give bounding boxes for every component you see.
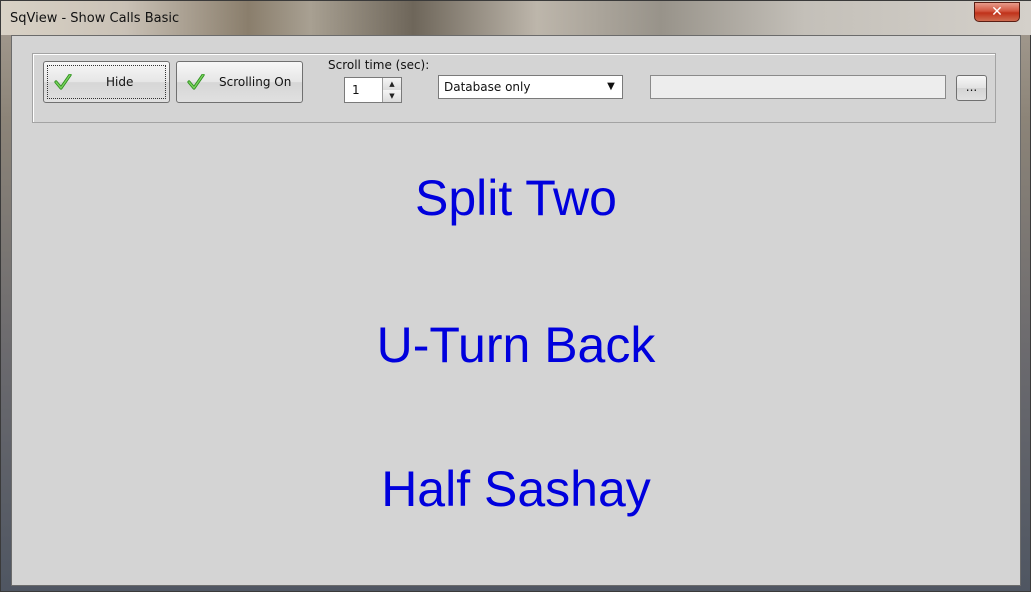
scrolling-button-label: Scrolling On — [219, 75, 292, 89]
call-text-2: U-Turn Back — [376, 317, 656, 373]
scrolling-button[interactable]: Scrolling On — [176, 61, 303, 103]
call-text-1: Split Two — [415, 170, 617, 226]
scroll-time-label: Scroll time (sec): — [328, 58, 430, 72]
check-icon — [54, 74, 72, 90]
hide-button[interactable]: Hide — [43, 61, 170, 103]
scroll-time-value[interactable]: 1 — [352, 83, 360, 97]
source-select-value: Database only — [444, 80, 531, 94]
call-text-3: Half Sashay — [381, 461, 651, 517]
source-select[interactable]: Database only ▼ — [438, 75, 623, 99]
check-icon — [187, 74, 205, 90]
app-window: SqView - Show Calls Basic ✕ Hide Scrolli… — [0, 0, 1031, 592]
path-field[interactable] — [650, 75, 946, 99]
toolbar: Hide Scrolling On Scroll time (sec): 1 ▲… — [32, 53, 996, 123]
hide-button-label: Hide — [106, 75, 134, 89]
browse-button[interactable]: ... — [956, 75, 987, 101]
client-area: Hide Scrolling On Scroll time (sec): 1 ▲… — [11, 35, 1021, 586]
title-bar[interactable]: SqView - Show Calls Basic ✕ — [1, 1, 1031, 35]
close-button[interactable]: ✕ — [974, 2, 1020, 22]
chevron-down-icon[interactable]: ▼ — [603, 79, 619, 95]
spin-down-icon[interactable]: ▼ — [382, 90, 401, 102]
scroll-time-stepper[interactable]: 1 ▲ ▼ — [344, 77, 402, 103]
close-icon: ✕ — [991, 4, 1003, 20]
window-title: SqView - Show Calls Basic — [10, 11, 180, 26]
